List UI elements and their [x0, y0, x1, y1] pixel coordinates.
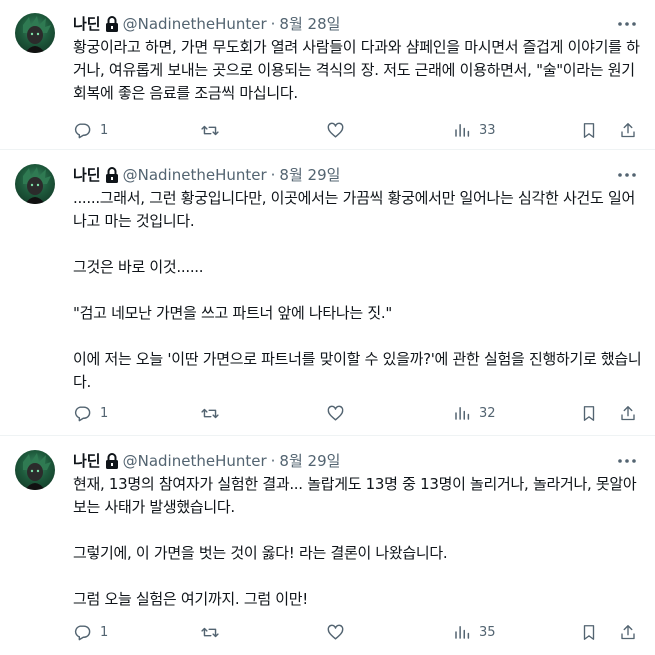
more-icon[interactable] — [617, 167, 637, 183]
separator-dot: · — [270, 15, 276, 33]
retweet-icon — [200, 121, 220, 140]
avatar[interactable] — [15, 450, 55, 490]
share-icon — [619, 121, 637, 140]
action-bar: 1 33 — [73, 120, 643, 140]
bookmark-button[interactable] — [580, 622, 598, 642]
share-icon — [619, 623, 637, 642]
avatar[interactable] — [15, 13, 55, 53]
tweet-date[interactable]: 8월 29일 — [279, 451, 340, 471]
more-icon[interactable] — [617, 453, 637, 469]
like-icon — [326, 121, 345, 140]
view-count: 33 — [479, 122, 496, 138]
views-button[interactable]: 33 — [453, 120, 496, 140]
tweet-date[interactable]: 8월 28일 — [279, 14, 340, 34]
like-button[interactable] — [326, 403, 353, 423]
tweet[interactable]: 나딘 @NadinetheHunter · 8월 29일 ......그래서, … — [0, 151, 655, 436]
retweet-button[interactable] — [200, 120, 228, 140]
author-name[interactable]: 나딘 — [73, 14, 101, 34]
author-handle[interactable]: @NadinetheHunter — [123, 14, 267, 34]
author-handle[interactable]: @NadinetheHunter — [123, 451, 267, 471]
reply-count: 1 — [100, 624, 109, 640]
tweet-date[interactable]: 8월 29일 — [279, 165, 340, 185]
lock-icon — [105, 167, 119, 183]
more-icon[interactable] — [617, 16, 637, 32]
tweet-text: 현재, 13명의 참여자가 실험한 결과... 놀랍게도 13명 중 13명이 … — [73, 475, 637, 608]
tweet[interactable]: 나딘 @NadinetheHunter · 8월 28일 황궁이라고 하면, 가… — [0, 0, 655, 150]
action-bar: 1 32 — [73, 403, 643, 423]
separator-dot: · — [270, 166, 276, 184]
reply-button[interactable]: 1 — [73, 622, 108, 642]
bookmark-icon — [580, 404, 598, 423]
share-button[interactable] — [619, 120, 637, 140]
avatar[interactable] — [15, 164, 55, 204]
like-button[interactable] — [326, 120, 353, 140]
bookmark-icon — [580, 121, 598, 140]
retweet-icon — [200, 404, 220, 423]
views-icon — [453, 623, 471, 641]
bookmark-icon — [580, 623, 598, 642]
like-button[interactable] — [326, 622, 353, 642]
author-name[interactable]: 나딘 — [73, 451, 101, 471]
views-icon — [453, 121, 471, 139]
reply-count: 1 — [100, 405, 109, 421]
reply-icon — [73, 404, 92, 423]
retweet-button[interactable] — [200, 403, 228, 423]
bookmark-button[interactable] — [580, 403, 598, 423]
lock-icon — [105, 453, 119, 469]
tweet-text: ......그래서, 그런 황궁입니다만, 이곳에서는 가끔씩 황궁에서만 일어… — [73, 189, 642, 391]
view-count: 35 — [479, 624, 496, 640]
like-icon — [326, 623, 345, 642]
bookmark-button[interactable] — [580, 120, 598, 140]
author-name[interactable]: 나딘 — [73, 165, 101, 185]
tweet[interactable]: 나딘 @NadinetheHunter · 8월 29일 현재, 13명의 참여… — [0, 437, 655, 655]
reply-icon — [73, 121, 92, 140]
share-button[interactable] — [619, 622, 637, 642]
share-button[interactable] — [619, 403, 637, 423]
views-button[interactable]: 32 — [453, 403, 496, 423]
reply-icon — [73, 623, 92, 642]
lock-icon — [105, 16, 119, 32]
view-count: 32 — [479, 405, 496, 421]
reply-button[interactable]: 1 — [73, 120, 108, 140]
share-icon — [619, 404, 637, 423]
reply-button[interactable]: 1 — [73, 403, 108, 423]
separator-dot: · — [270, 452, 276, 470]
reply-count: 1 — [100, 122, 109, 138]
retweet-button[interactable] — [200, 622, 228, 642]
like-icon — [326, 404, 345, 423]
author-handle[interactable]: @NadinetheHunter — [123, 165, 267, 185]
retweet-icon — [200, 623, 220, 642]
tweet-text: 황궁이라고 하면, 가면 무도회가 열려 사람들이 다과와 샴페인을 마시면서 … — [73, 38, 640, 102]
views-icon — [453, 404, 471, 422]
action-bar: 1 35 — [73, 622, 643, 642]
views-button[interactable]: 35 — [453, 622, 496, 642]
